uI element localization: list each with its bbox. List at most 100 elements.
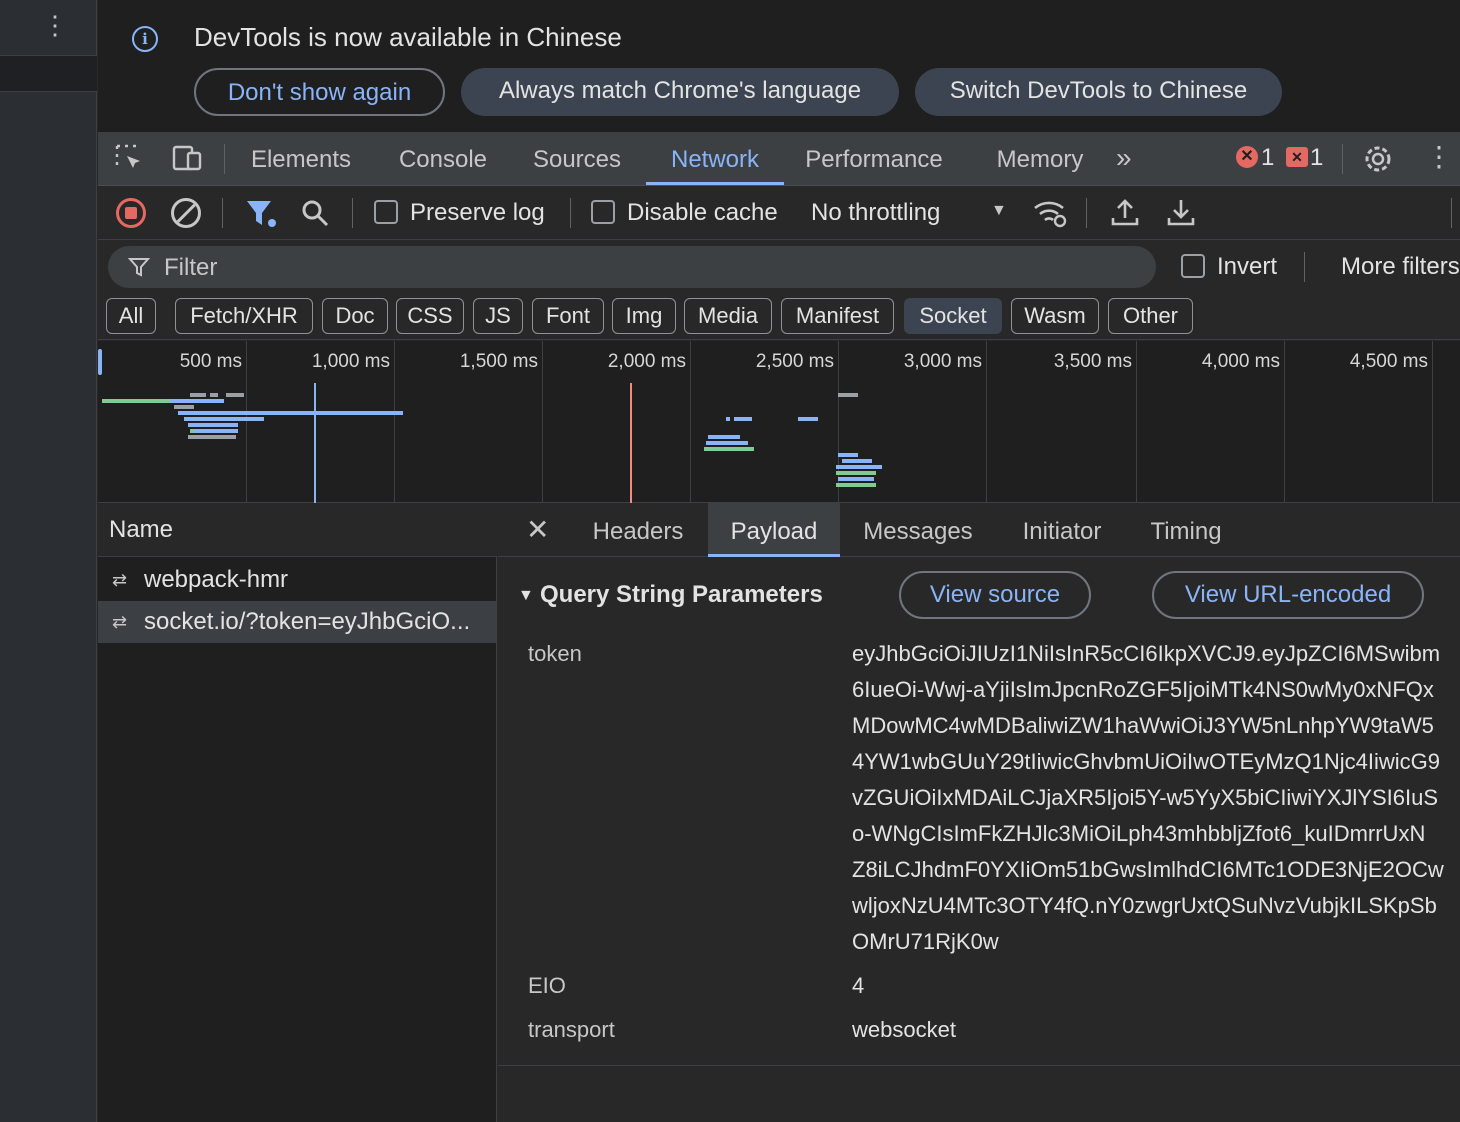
disable-cache-checkbox[interactable]	[591, 200, 615, 224]
more-tabs-chevron-icon[interactable]: »	[1116, 142, 1132, 174]
timeline-label: 2,500 ms	[755, 351, 834, 372]
timeline-bar	[798, 417, 818, 421]
invert-checkbox[interactable]	[1181, 254, 1205, 278]
toolbar-separator-5	[1451, 198, 1452, 228]
filter-row: Filter Invert More filters	[98, 240, 1460, 294]
timeline-gridline	[1284, 341, 1285, 503]
close-icon[interactable]: ✕	[526, 513, 549, 546]
dom-content-loaded-marker	[314, 383, 316, 503]
filter-placeholder: Filter	[164, 254, 218, 281]
timeline-gridline	[246, 341, 247, 503]
type-filter-manifest[interactable]: Manifest	[781, 298, 894, 334]
timeline-gridline	[394, 341, 395, 503]
param-key: EIO	[528, 973, 566, 998]
timeline-bar	[194, 429, 238, 433]
settings-gear-icon[interactable]	[1361, 142, 1395, 176]
dont-show-again-button[interactable]: Don't show again	[194, 68, 445, 116]
tab-network[interactable]: Network	[646, 132, 784, 185]
detail-tab-messages[interactable]: Messages	[850, 503, 986, 557]
websocket-icon: ⇄	[112, 612, 128, 632]
filter-funnel-icon[interactable]	[244, 198, 278, 230]
clear-icon[interactable]	[171, 198, 201, 228]
more-filters-dropdown[interactable]: More filters	[1341, 253, 1460, 281]
collapse-triangle-icon[interactable]: ▼	[518, 587, 534, 605]
request-detail-panel: ✕ Headers Payload Messages Initiator Tim…	[498, 503, 1460, 1122]
inspect-element-icon[interactable]	[114, 143, 146, 175]
throttling-select[interactable]: No throttling	[811, 199, 940, 227]
token-value-line: wljoxNzU4MTc3OTY4fQ.nY0zwgrUxtQSuNvzVubj…	[852, 893, 1437, 918]
type-filter-socket[interactable]: Socket	[904, 298, 1002, 334]
type-filter-wasm[interactable]: Wasm	[1011, 298, 1099, 334]
name-column-header[interactable]: Name	[98, 503, 497, 557]
timeline-gridline	[1136, 341, 1137, 503]
type-filter-img[interactable]: Img	[612, 298, 676, 334]
type-filter-font[interactable]: Font	[532, 298, 604, 334]
error-icon[interactable]: ✕	[1236, 146, 1258, 168]
timeline-label: 3,500 ms	[1053, 351, 1132, 372]
more-options-icon[interactable]: ⋮	[42, 10, 68, 44]
type-filter-js[interactable]: JS	[473, 298, 523, 334]
type-filter-css[interactable]: CSS	[396, 298, 464, 334]
toolbar-separator-1	[222, 198, 223, 228]
type-filter-media[interactable]: Media	[684, 298, 772, 334]
tab-performance[interactable]: Performance	[794, 132, 954, 185]
request-row[interactable]: ⇄ webpack-hmr	[98, 559, 497, 601]
export-har-icon[interactable]	[1166, 196, 1196, 228]
timeline-bar	[210, 393, 218, 397]
tab-console[interactable]: Console	[378, 132, 508, 185]
preserve-log-checkbox[interactable]	[374, 200, 398, 224]
timeline-bar	[174, 405, 194, 409]
type-filter-doc[interactable]: Doc	[322, 298, 388, 334]
issue-count[interactable]: 1	[1310, 144, 1323, 172]
infobar-edge	[918, 0, 1460, 2]
detail-tab-headers[interactable]: Headers	[580, 503, 696, 557]
timeline-label: 500 ms	[179, 351, 242, 372]
request-row-selected[interactable]: ⇄ socket.io/?token=eyJhbGciO...	[98, 601, 497, 643]
info-icon: i	[132, 26, 158, 52]
network-overview-timeline[interactable]: 500 ms 1,000 ms 1,500 ms 2,000 ms 2,500 …	[98, 341, 1460, 503]
always-match-language-button[interactable]: Always match Chrome's language	[461, 68, 899, 116]
timeline-gridline	[986, 341, 987, 503]
detail-tab-timing[interactable]: Timing	[1136, 503, 1236, 557]
filter-input[interactable]: Filter	[108, 246, 1156, 288]
view-source-button[interactable]: View source	[899, 571, 1091, 619]
import-har-icon[interactable]	[1110, 196, 1140, 228]
timeline-label: 3,000 ms	[903, 351, 982, 372]
token-value-line: 4YW1wbGUuY29tIiwicGhvbmUiOiIwOTEyMzQ1Njc…	[852, 749, 1441, 774]
type-filter-fetch-xhr[interactable]: Fetch/XHR	[175, 298, 313, 334]
tab-memory[interactable]: Memory	[984, 132, 1096, 185]
switch-to-chinese-button[interactable]: Switch DevTools to Chinese	[915, 68, 1282, 116]
timeline-bar	[226, 393, 244, 397]
detail-tab-payload[interactable]: Payload	[708, 503, 840, 557]
error-count[interactable]: 1	[1261, 144, 1274, 172]
timeline-label: 4,500 ms	[1349, 351, 1428, 372]
issue-icon[interactable]: ✕	[1286, 147, 1308, 167]
type-filter-other[interactable]: Other	[1108, 298, 1193, 334]
tab-elements[interactable]: Elements	[236, 132, 366, 185]
customize-menu-icon[interactable]: ⋮	[1425, 140, 1453, 173]
timeline-bar	[836, 465, 882, 469]
dropdown-arrow-icon[interactable]: ▼	[991, 202, 1007, 220]
request-name: socket.io/?token=eyJhbGciO...	[144, 608, 471, 635]
tab-sources[interactable]: Sources	[516, 132, 638, 185]
devtools-tab-bar: Elements Console Sources Network Perform…	[98, 132, 1460, 186]
detail-tab-initiator[interactable]: Initiator	[1004, 503, 1120, 557]
timeline-handle[interactable]	[98, 349, 102, 375]
timeline-label: 1,500 ms	[459, 351, 538, 372]
view-url-encoded-button[interactable]: View URL-encoded	[1152, 571, 1424, 619]
resource-type-filters: All Fetch/XHR Doc CSS JS Font Img Media …	[98, 294, 1460, 340]
timeline-gridline	[690, 341, 691, 503]
stop-recording-icon[interactable]	[116, 198, 146, 228]
token-value-line: o-WNgCIsImFkZHJlc3MiOiLph43mhbbljZfot6_k…	[852, 821, 1426, 846]
type-filter-all[interactable]: All	[106, 298, 156, 334]
network-conditions-icon[interactable]	[1032, 196, 1070, 230]
left-panel-selected-row[interactable]	[0, 55, 97, 92]
token-value-line: Z8iLCJhdmF0YXIiOm51bGwsImlhdCI6MTc1ODE3N…	[852, 857, 1444, 882]
search-icon[interactable]	[300, 198, 332, 230]
request-name: webpack-hmr	[144, 566, 289, 593]
device-toolbar-icon[interactable]	[170, 143, 204, 175]
timeline-bar	[706, 441, 748, 445]
query-params-title[interactable]: Query String Parameters	[540, 581, 823, 609]
timeline-bar	[838, 477, 874, 481]
language-infobar: i DevTools is now available in Chinese D…	[98, 0, 1460, 132]
